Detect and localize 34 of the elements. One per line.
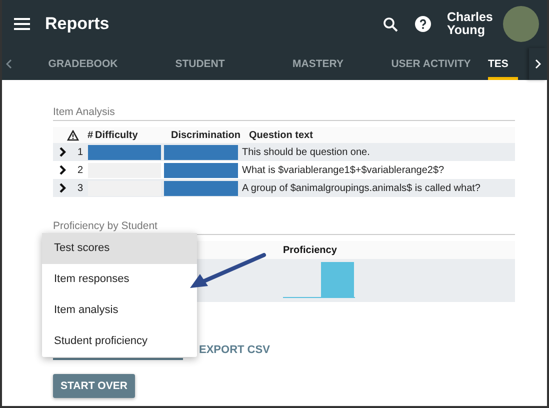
tab[interactable]: TES [488,48,518,80]
column-header: # [86,130,94,140]
help-icon[interactable] [415,16,431,32]
section-title: Item Analysis [53,106,515,121]
histogram-drawing [283,260,355,298]
avatar-placeholder[interactable] [503,6,539,42]
app-title: Reports [45,14,110,34]
scroll-right-button[interactable] [529,48,547,80]
item-number: 2 [76,164,84,176]
tab[interactable]: GRADEBOOK [14,48,152,80]
column-header: Discrimination [171,130,242,140]
chevron-right-icon [535,59,541,69]
menu-item[interactable]: Item responses [42,264,197,295]
chevron-left-icon[interactable] [6,59,12,69]
item-number: 3 [76,182,84,194]
menu-item[interactable]: Student proficiency [42,326,197,357]
tab[interactable]: STUDENT [152,48,248,80]
column-header: Difficulty [95,130,139,140]
tab[interactable]: USER ACTIVITY [388,48,474,80]
menu-item[interactable]: Test scores [42,233,197,264]
question-text: A group of $animalgroupings.animals$ is called what? [241,182,482,194]
export-csv-link[interactable]: EXPORT CSV [199,344,270,356]
start-over-button[interactable]: START OVER [53,374,135,398]
question-text: This should be question one. [241,146,371,158]
item-number: 1 [76,146,84,158]
warning-icon [67,130,79,140]
column-header: Proficiency [283,244,337,256]
question-text: What is $variablerange1$+$variablerange2$? [241,164,446,176]
user-name[interactable]: Charles Young [447,11,495,37]
menu-item[interactable]: Item analysis [42,295,197,326]
menu-icon[interactable] [14,18,30,30]
tab[interactable]: MASTERY [248,48,388,80]
column-header: Question text [248,130,314,140]
search-icon[interactable] [383,16,398,32]
